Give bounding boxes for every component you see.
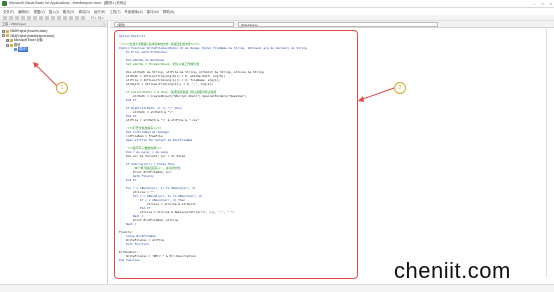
tree-node-label-selected: 模块1 bbox=[18, 47, 29, 52]
break-icon[interactable] bbox=[63, 15, 67, 20]
folder-icon bbox=[10, 38, 13, 42]
project-pane-title: 工程 - VBAProject bbox=[2, 22, 27, 26]
close-icon[interactable]: × bbox=[103, 21, 105, 26]
maximize-button[interactable]: □ bbox=[541, 1, 543, 6]
menu-edit[interactable]: 编辑(E) bbox=[18, 9, 29, 14]
code-window-header: (通用) WriteFileCsv bbox=[110, 21, 554, 28]
reset-icon[interactable] bbox=[69, 15, 73, 20]
find-icon[interactable] bbox=[39, 15, 43, 20]
cut-icon[interactable] bbox=[21, 15, 25, 20]
menu-run[interactable]: 运行(R) bbox=[94, 9, 106, 14]
menu-window[interactable]: 窗口(W) bbox=[147, 9, 159, 14]
module-icon bbox=[14, 48, 17, 52]
tree-node-module1[interactable]: 模块1 bbox=[1, 47, 106, 52]
menu-help[interactable]: 帮助(H) bbox=[163, 9, 175, 14]
project-tree: + VBAProject (funcres.xlam) − VBAProject… bbox=[0, 27, 107, 54]
save-icon[interactable] bbox=[15, 15, 19, 20]
menu-format[interactable]: 格式(O) bbox=[63, 9, 75, 14]
menu-insert[interactable]: 插入(I) bbox=[49, 9, 59, 14]
expander-icon[interactable]: − bbox=[2, 34, 5, 38]
object-combo[interactable]: (通用) bbox=[114, 21, 234, 27]
close-button[interactable]: × bbox=[550, 1, 552, 6]
status-bar bbox=[0, 284, 554, 292]
menu-bar: 文件(F) 编辑(E) 视图(V) 插入(I) 格式(O) 调试(D) 运行(R… bbox=[0, 8, 554, 15]
highlighted-code-region: Option Explicit '=====生成大宗数据+生成到本地文件 并返回… bbox=[114, 30, 358, 279]
menu-file[interactable]: 文件(F) bbox=[3, 9, 14, 14]
undo-icon[interactable] bbox=[45, 15, 49, 20]
paste-icon[interactable] bbox=[33, 15, 37, 20]
annotation-badge-1: 1 bbox=[56, 82, 68, 94]
run-icon[interactable] bbox=[57, 15, 61, 20]
code-window: (通用) WriteFileCsv Option Explicit '=====… bbox=[110, 21, 554, 283]
vba-app-icon bbox=[2, 1, 7, 6]
project-icon bbox=[6, 29, 9, 33]
project-icon bbox=[6, 34, 9, 38]
excel-view-icon[interactable] bbox=[3, 15, 7, 20]
annotation-arrow-2 bbox=[358, 87, 395, 102]
code-line: End Function bbox=[119, 258, 140, 262]
copy-icon[interactable] bbox=[27, 15, 31, 20]
menu-tools[interactable]: 工具(T) bbox=[109, 9, 120, 14]
menu-addins[interactable]: 外接程序(A) bbox=[125, 9, 143, 14]
project-explorer-icon[interactable] bbox=[81, 15, 85, 20]
menu-debug[interactable]: 调试(D) bbox=[78, 9, 90, 14]
title-bar: Microsoft Visual Basic for Applications … bbox=[0, 0, 554, 8]
redo-icon[interactable] bbox=[51, 15, 55, 20]
expander-icon[interactable]: + bbox=[2, 29, 5, 33]
cursor-position: 行 1, 列 1 bbox=[91, 15, 104, 20]
procedure-combo[interactable]: WriteFileCsv bbox=[238, 21, 438, 27]
expander-icon[interactable]: − bbox=[6, 43, 9, 47]
window-title: Microsoft Visual Basic for Applications … bbox=[9, 1, 126, 5]
design-mode-icon[interactable] bbox=[75, 15, 79, 20]
minimize-button[interactable]: – bbox=[533, 1, 535, 6]
watermark-text: cheniit.com bbox=[394, 258, 511, 283]
code-editor[interactable]: Option Explicit '=====生成大宗数据+生成到本地文件 并返回… bbox=[115, 31, 357, 265]
annotation-badge-2: 2 bbox=[394, 82, 406, 94]
window-controls: – □ × bbox=[533, 1, 552, 6]
expander-icon[interactable]: + bbox=[6, 38, 9, 42]
vertical-scrollbar[interactable] bbox=[546, 28, 554, 278]
menu-view[interactable]: 视图(V) bbox=[33, 9, 44, 14]
folder-icon bbox=[10, 43, 13, 47]
insert-module-icon[interactable] bbox=[9, 15, 13, 20]
